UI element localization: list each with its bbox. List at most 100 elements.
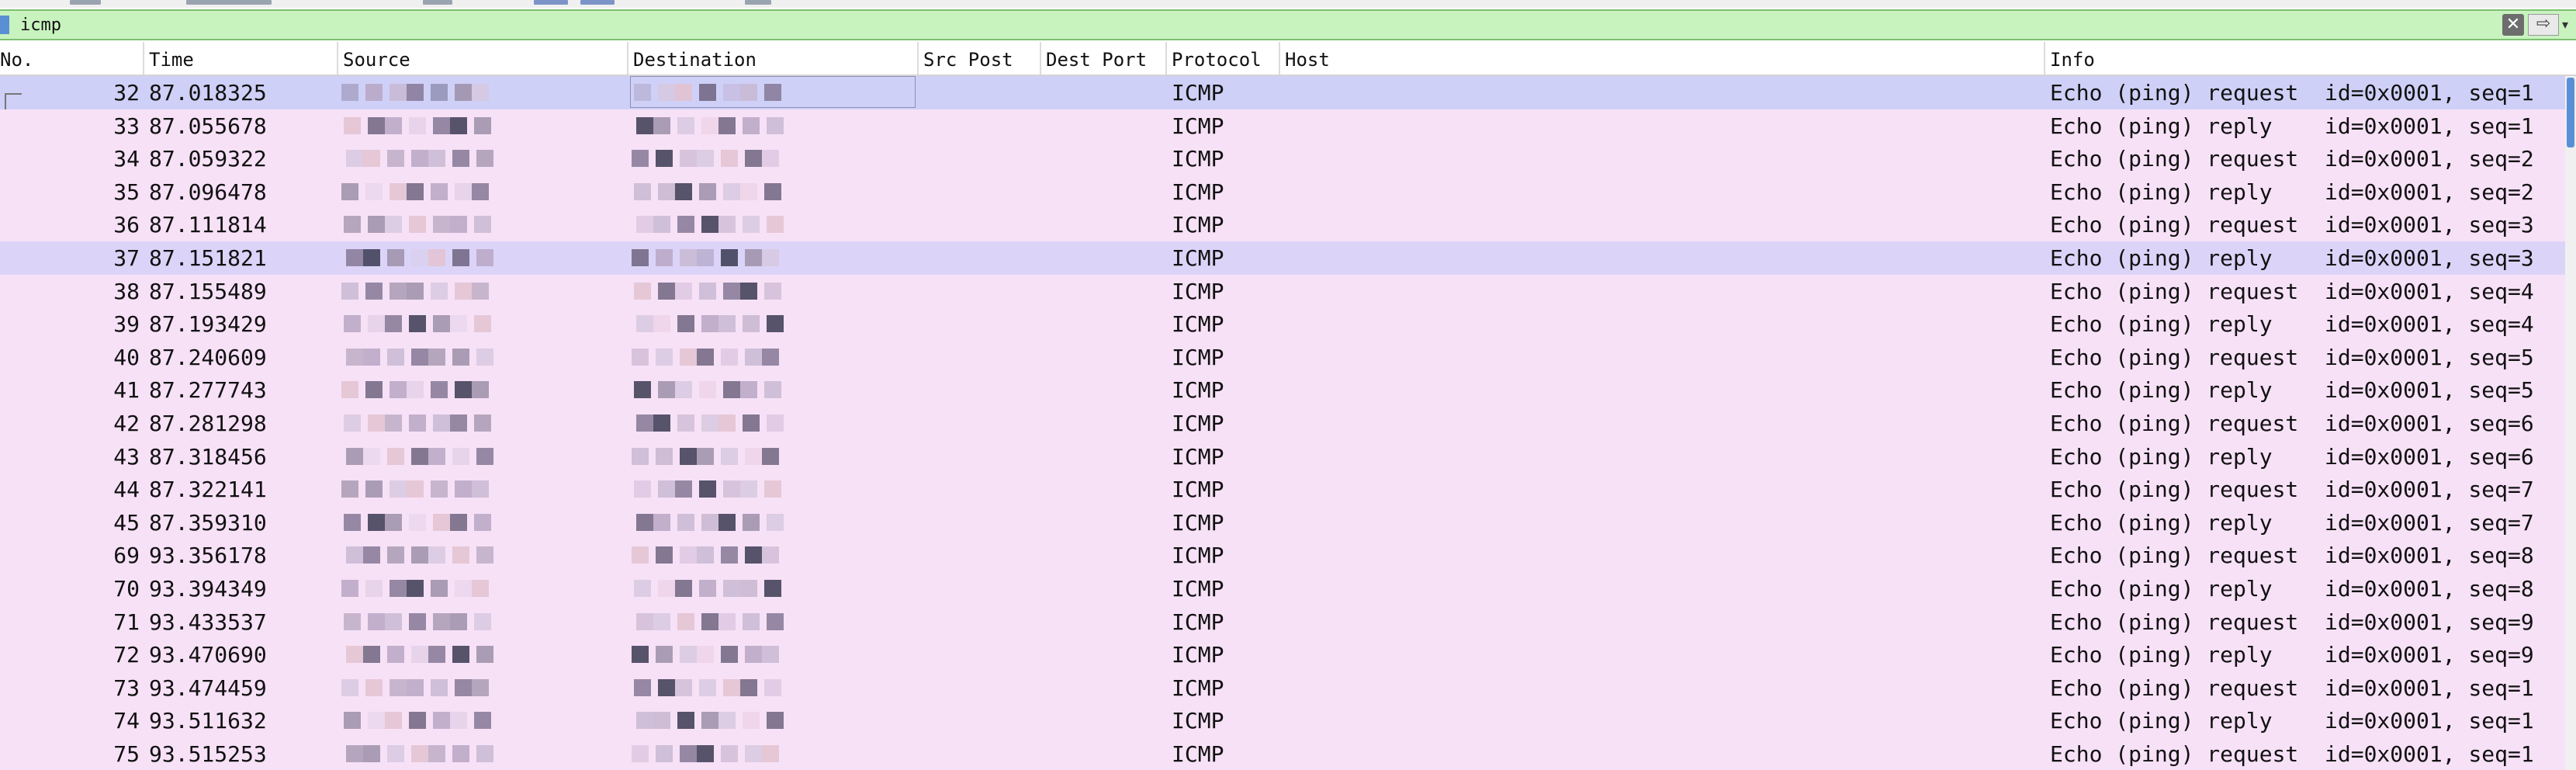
packet-info: Echo (ping) request id=0x0001, seq=3 bbox=[2050, 212, 2534, 238]
toolbar-icon[interactable] bbox=[423, 0, 452, 5]
scrollbar-thumb[interactable] bbox=[2567, 78, 2574, 147]
packet-row[interactable]: 40 87.240609 ICMP Echo (ping) request id=0x… bbox=[0, 341, 2576, 374]
packet-protocol: ICMP bbox=[1172, 477, 1224, 502]
packet-row[interactable]: 37 87.151821 ICMP Echo (ping) reply id=0x00… bbox=[0, 241, 2576, 275]
packet-number: 73 bbox=[113, 675, 140, 701]
packet-number: 75 bbox=[113, 741, 140, 767]
packet-row[interactable]: 36 87.111814 ICMP Echo (ping) request id=0x… bbox=[0, 208, 2576, 241]
packet-row[interactable]: 44 87.322141 ICMP Echo (ping) request id=0x… bbox=[0, 473, 2576, 506]
destination-redacted bbox=[632, 175, 802, 209]
packet-time: 93.470690 bbox=[149, 642, 267, 668]
source-redacted bbox=[341, 638, 504, 671]
packet-time: 87.193429 bbox=[149, 311, 267, 337]
packet-info: Echo (ping) request id=0x0001, seq=8 bbox=[2050, 543, 2534, 568]
packet-row[interactable]: 74 93.511632 ICMP Echo (ping) reply id=0x00… bbox=[0, 704, 2576, 737]
packet-row[interactable]: 32 87.018325 ICMP Echo (ping) request id=0x… bbox=[0, 76, 2576, 113]
packet-row[interactable]: 72 93.470690 ICMP Echo (ping) reply id=0x00… bbox=[0, 638, 2576, 671]
column-header-protocol[interactable]: Protocol bbox=[1167, 42, 1280, 75]
filter-dropdown-icon[interactable]: ▾ bbox=[2562, 14, 2576, 36]
packet-info: Echo (ping) reply id=0x0001, seq=5 bbox=[2050, 377, 2534, 403]
source-redacted bbox=[341, 572, 504, 605]
packet-number: 39 bbox=[113, 311, 140, 337]
source-redacted bbox=[341, 373, 504, 407]
packet-row[interactable]: 43 87.318456 ICMP Echo (ping) reply id=0x00… bbox=[0, 440, 2576, 473]
packet-number: 38 bbox=[113, 279, 140, 304]
packet-info: Echo (ping) reply id=0x0001, seq=3 bbox=[2050, 245, 2534, 271]
column-header-destination[interactable]: Destination bbox=[628, 42, 919, 75]
packet-row[interactable]: 38 87.155489 ICMP Echo (ping) request id=0x… bbox=[0, 275, 2576, 308]
destination-redacted bbox=[632, 275, 802, 308]
packet-row[interactable]: 34 87.059322 ICMP Echo (ping) request id=0x… bbox=[0, 142, 2576, 175]
packet-row[interactable]: 35 87.096478 ICMP Echo (ping) reply id=0x00… bbox=[0, 175, 2576, 209]
main-toolbar bbox=[0, 0, 2576, 8]
packet-protocol: ICMP bbox=[1172, 444, 1224, 470]
packet-row[interactable]: 41 87.277743 ICMP Echo (ping) reply id=0x00… bbox=[0, 373, 2576, 407]
packet-protocol: ICMP bbox=[1172, 212, 1224, 238]
source-redacted bbox=[341, 307, 504, 341]
packet-list-scrollbar[interactable] bbox=[2565, 76, 2576, 770]
packet-row[interactable]: 33 87.055678 ICMP Echo (ping) reply id=0x00… bbox=[0, 109, 2576, 143]
packet-time: 93.511632 bbox=[149, 708, 267, 734]
display-filter-bar[interactable]: icmp ✕ ⇨ ▾ bbox=[0, 9, 2576, 40]
destination-redacted bbox=[632, 638, 802, 671]
packet-list-header: No. Time Source Destination Src Post Des… bbox=[0, 42, 2576, 76]
source-redacted bbox=[341, 473, 504, 506]
packet-protocol: ICMP bbox=[1172, 708, 1224, 734]
column-header-source[interactable]: Source bbox=[338, 42, 628, 75]
column-header-src-port[interactable]: Src Post bbox=[919, 42, 1041, 75]
destination-redacted bbox=[632, 407, 802, 440]
filter-bookmark-icon[interactable] bbox=[0, 16, 9, 34]
packet-info: Echo (ping) reply id=0x0001, seq=9 bbox=[2050, 642, 2534, 668]
packet-time: 87.111814 bbox=[149, 212, 267, 238]
apply-filter-icon[interactable]: ⇨ bbox=[2528, 14, 2559, 36]
packet-number: 43 bbox=[113, 444, 140, 470]
packet-time: 87.322141 bbox=[149, 477, 267, 502]
packet-time: 93.474459 bbox=[149, 675, 267, 701]
display-filter-input[interactable]: icmp bbox=[20, 14, 61, 37]
column-header-dest-port[interactable]: Dest Port bbox=[1041, 42, 1167, 75]
packet-row[interactable]: 73 93.474459 ICMP Echo (ping) request id=0x… bbox=[0, 671, 2576, 705]
packet-number: 74 bbox=[113, 708, 140, 734]
packet-info: Echo (ping) request id=0x0001, seq=1 bbox=[2050, 741, 2534, 767]
packet-row[interactable]: 70 93.394349 ICMP Echo (ping) reply id=0x00… bbox=[0, 572, 2576, 605]
toolbar-icon[interactable] bbox=[534, 0, 568, 5]
source-redacted bbox=[341, 175, 504, 209]
column-header-host[interactable]: Host bbox=[1280, 42, 2045, 75]
column-header-info[interactable]: Info bbox=[2045, 42, 2576, 75]
destination-redacted bbox=[632, 241, 802, 275]
packet-number: 70 bbox=[113, 576, 140, 602]
packet-protocol: ICMP bbox=[1172, 345, 1224, 370]
destination-redacted bbox=[632, 373, 802, 407]
toolbar-icon[interactable] bbox=[186, 0, 272, 5]
packet-protocol: ICMP bbox=[1172, 311, 1224, 337]
packet-row[interactable]: 75 93.515253 ICMP Echo (ping) request id=0x… bbox=[0, 737, 2576, 770]
packet-info: Echo (ping) request id=0x0001, seq=9 bbox=[2050, 609, 2534, 635]
clear-filter-icon[interactable]: ✕ bbox=[2502, 14, 2524, 36]
packet-protocol: ICMP bbox=[1172, 411, 1224, 436]
toolbar-icon[interactable] bbox=[70, 0, 101, 5]
packet-info: Echo (ping) request id=0x0001, seq=1 bbox=[2050, 675, 2534, 701]
destination-redacted bbox=[632, 671, 802, 705]
destination-redacted bbox=[632, 737, 802, 770]
packet-row[interactable]: 69 93.356178 ICMP Echo (ping) request id=0x… bbox=[0, 539, 2576, 572]
packet-info: Echo (ping) request id=0x0001, seq=2 bbox=[2050, 146, 2534, 172]
column-header-no[interactable]: No. bbox=[0, 42, 144, 75]
source-redacted bbox=[341, 440, 504, 473]
packet-time: 93.394349 bbox=[149, 576, 267, 602]
packet-row[interactable]: 45 87.359310 ICMP Echo (ping) reply id=0x00… bbox=[0, 506, 2576, 539]
destination-redacted bbox=[632, 142, 802, 175]
packet-protocol: ICMP bbox=[1172, 543, 1224, 568]
packet-info: Echo (ping) request id=0x0001, seq=1 bbox=[2050, 80, 2534, 106]
packet-number: 40 bbox=[113, 345, 140, 370]
packet-time: 87.055678 bbox=[149, 113, 267, 139]
toolbar-icon[interactable] bbox=[745, 0, 771, 5]
packet-row[interactable]: 71 93.433537 ICMP Echo (ping) request id=0x… bbox=[0, 605, 2576, 639]
source-redacted bbox=[341, 539, 504, 572]
packet-number: 34 bbox=[113, 146, 140, 172]
packet-protocol: ICMP bbox=[1172, 146, 1224, 172]
packet-row[interactable]: 42 87.281298 ICMP Echo (ping) request id=0x… bbox=[0, 407, 2576, 440]
packet-row[interactable]: 39 87.193429 ICMP Echo (ping) reply id=0x00… bbox=[0, 307, 2576, 341]
packet-info: Echo (ping) reply id=0x0001, seq=8 bbox=[2050, 576, 2534, 602]
column-header-time[interactable]: Time bbox=[144, 42, 338, 75]
toolbar-icon[interactable] bbox=[580, 0, 615, 5]
